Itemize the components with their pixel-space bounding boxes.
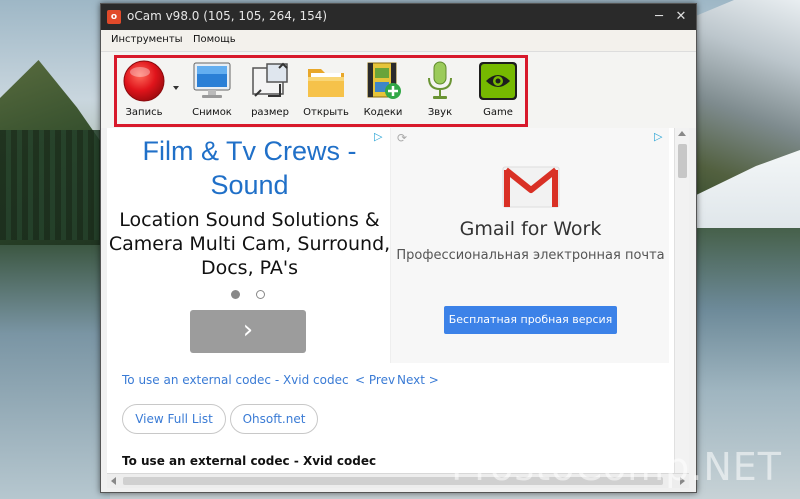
- next-link[interactable]: Next >: [397, 373, 439, 387]
- minimize-button[interactable]: ─: [650, 8, 668, 26]
- vertical-scrollbar[interactable]: [674, 128, 689, 473]
- ad-description: Location Sound Solutions & Camera Multi …: [108, 209, 391, 279]
- sound-button[interactable]: Звук: [413, 60, 467, 124]
- window-title: oCam v98.0 (105, 105, 264, 154): [127, 9, 328, 23]
- resize-icon: [252, 62, 288, 97]
- record-label: Запись: [125, 107, 163, 118]
- codec-heading: To use an external codec - Xvid codec: [122, 454, 377, 468]
- menu-tools[interactable]: Инструменты: [111, 34, 183, 45]
- wallpaper-left-trees: [0, 130, 110, 240]
- screenshot-label: Снимок: [192, 107, 232, 118]
- open-label: Открыть: [303, 107, 349, 118]
- record-button[interactable]: Запись: [117, 60, 171, 124]
- title-bar[interactable]: o oCam v98.0 (105, 105, 264, 154) ─ ✕: [101, 4, 696, 30]
- refresh-icon[interactable]: ⟳: [397, 131, 407, 145]
- sound-label: Звук: [427, 107, 453, 118]
- carousel-dot[interactable]: [256, 290, 265, 299]
- ocam-app-icon: o: [107, 10, 121, 24]
- menu-bar: Инструменты Помощь: [101, 30, 696, 52]
- wallpaper-left-water: [0, 245, 110, 499]
- gmail-logo-icon: [502, 166, 560, 208]
- codecs-button[interactable]: Кодеки: [356, 60, 410, 124]
- scrollbar-thumb[interactable]: [678, 144, 687, 178]
- ohsoft-link-button[interactable]: Ohsoft.net: [230, 404, 318, 434]
- menu-help[interactable]: Помощь: [193, 34, 236, 45]
- scroll-left-icon[interactable]: [111, 477, 116, 485]
- record-dropdown-arrow-icon[interactable]: [173, 86, 179, 90]
- codecs-label: Кодеки: [363, 107, 403, 118]
- codec-link[interactable]: To use an external codec - Xvid codec: [122, 373, 349, 387]
- carousel-dot-active[interactable]: [231, 290, 240, 299]
- resize-label: размер: [251, 107, 289, 118]
- codecs-icon: [367, 62, 401, 99]
- screenshot-button[interactable]: Снимок: [185, 60, 239, 124]
- game-button[interactable]: Game: [471, 60, 525, 124]
- toolbar: Запись Снимок размер Открыть Кодеки Звук…: [101, 52, 696, 128]
- ad-gmail[interactable]: ⟳ ▷ Gmail for Work Профессиональная элек…: [390, 128, 669, 363]
- microphone-icon: [428, 61, 452, 99]
- ocam-window: o oCam v98.0 (105, 105, 264, 154) ─ ✕ Ин…: [100, 3, 697, 493]
- content-area: ▷ Film & Tv Crews - Sound Location Sound…: [107, 128, 689, 473]
- resize-button[interactable]: размер: [243, 60, 297, 124]
- game-label: Game: [483, 107, 513, 118]
- adchoices-icon[interactable]: ▷: [654, 131, 666, 143]
- scroll-up-icon[interactable]: [678, 131, 686, 136]
- ad-title[interactable]: Film & Tv Crews - Sound: [107, 134, 392, 202]
- folder-icon: [308, 69, 344, 97]
- ad-film-crews[interactable]: ▷ Film & Tv Crews - Sound Location Sound…: [107, 128, 392, 363]
- game-icon: [479, 62, 517, 100]
- close-button[interactable]: ✕: [672, 8, 690, 26]
- gmail-ad-subtitle: Профессиональная электронная почта: [396, 248, 665, 263]
- open-button[interactable]: Открыть: [299, 60, 353, 124]
- free-trial-button[interactable]: Бесплатная пробная версия: [444, 306, 617, 334]
- ad-next-button[interactable]: ›: [190, 310, 306, 353]
- record-icon: [123, 60, 165, 102]
- prev-link[interactable]: < Prev: [355, 373, 395, 387]
- watermark: ProstoComp.NET: [451, 445, 782, 489]
- screenshot-icon: [193, 62, 231, 98]
- view-full-list-button[interactable]: View Full List: [122, 404, 226, 434]
- gmail-ad-title: Gmail for Work: [459, 218, 602, 240]
